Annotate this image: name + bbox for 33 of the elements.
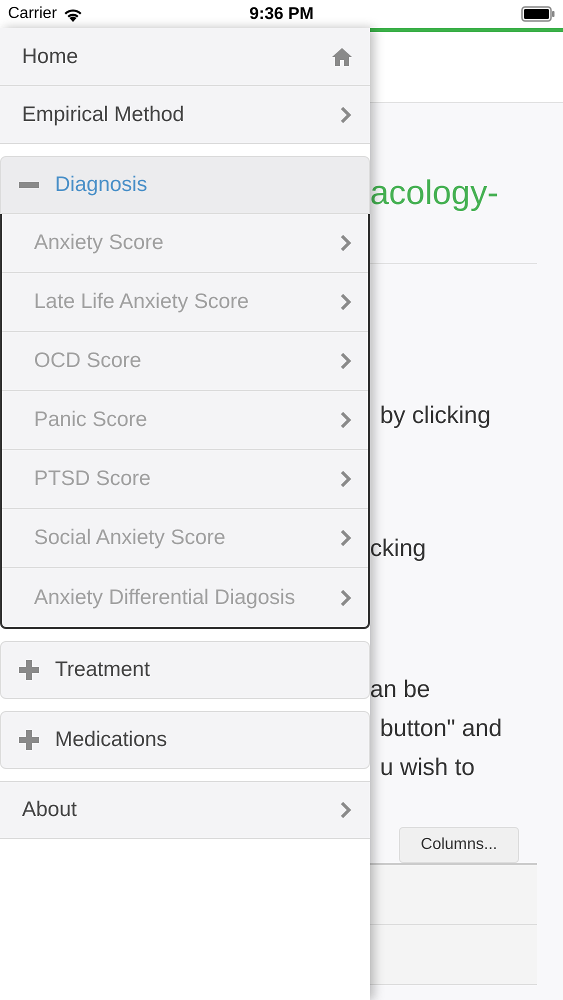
body-text: cking (370, 534, 428, 564)
chevron-right-icon (340, 411, 352, 429)
submenu-item[interactable]: PTSD Score (2, 450, 368, 509)
menu-item[interactable]: Home (0, 28, 370, 86)
minus-icon (19, 182, 39, 188)
chevron-right-icon (340, 352, 352, 370)
columns-button[interactable]: Columns... (399, 827, 519, 863)
chevron-right-icon (340, 588, 352, 606)
submenu-item[interactable]: Social Anxiety Score (2, 509, 368, 568)
chevron-right-icon (340, 529, 352, 547)
body-text: an be button" and u wish to (370, 675, 503, 783)
accordion-header[interactable]: Diagnosis (0, 156, 370, 214)
chevron-right-icon (340, 106, 352, 124)
chevron-right-icon (340, 801, 352, 819)
plus-icon (19, 730, 39, 750)
menu-item[interactable]: Empirical Method (0, 86, 370, 144)
page-heading: acology- (370, 173, 500, 213)
menu-item[interactable]: About (0, 781, 370, 839)
body-text: by clicking (379, 401, 492, 431)
chevron-right-icon (340, 293, 352, 311)
accordion-header[interactable]: Medications (0, 711, 370, 769)
submenu-item[interactable]: Anxiety Differential Diagosis (2, 568, 368, 627)
chevron-right-icon (340, 234, 352, 252)
submenu-item[interactable]: Anxiety Score (2, 214, 368, 273)
submenu-item[interactable]: Late Life Anxiety Score (2, 273, 368, 332)
submenu-item[interactable]: OCD Score (2, 332, 368, 391)
plus-icon (19, 660, 39, 680)
home-icon (332, 48, 352, 66)
wifi-icon (62, 6, 83, 22)
submenu-item[interactable]: Panic Score (2, 391, 368, 450)
chevron-right-icon (340, 470, 352, 488)
battery-icon (521, 6, 555, 22)
accordion-header[interactable]: Treatment (0, 641, 370, 699)
